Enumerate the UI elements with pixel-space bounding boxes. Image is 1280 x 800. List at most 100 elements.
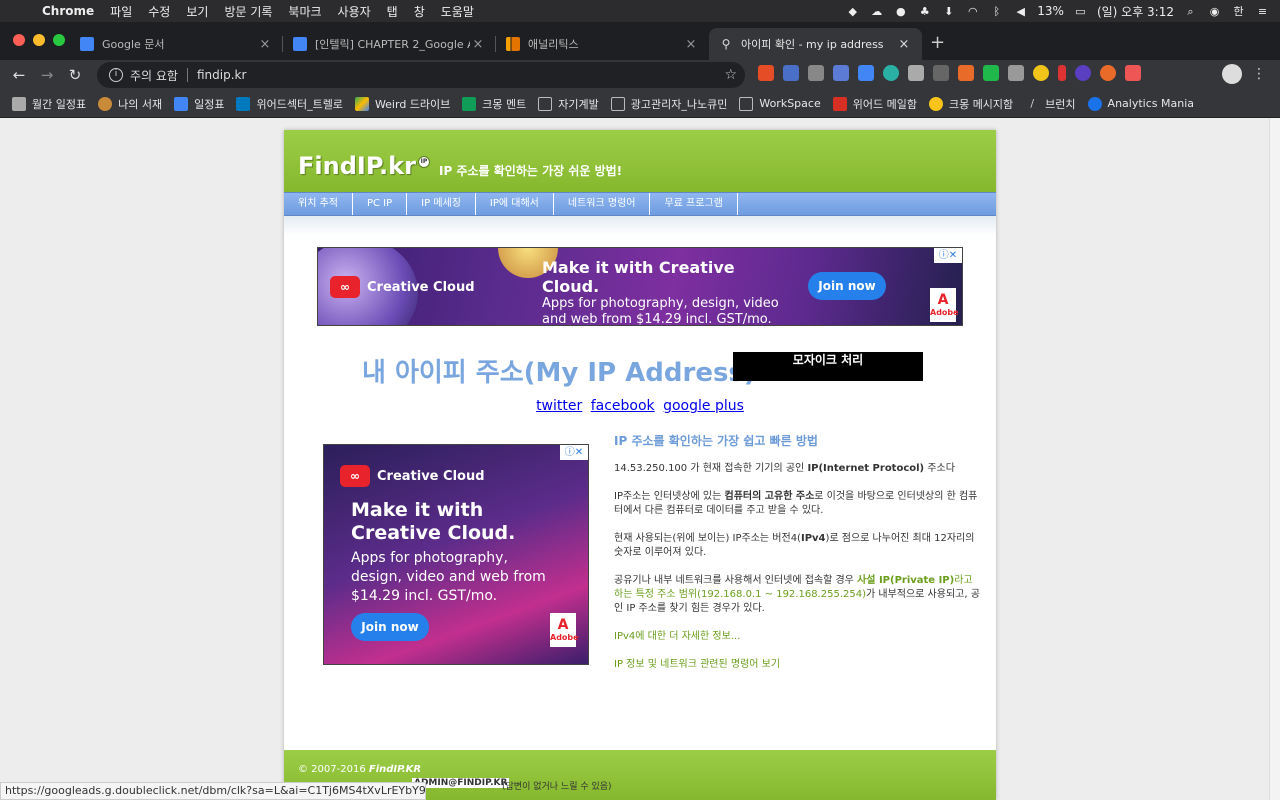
- bookmark-item[interactable]: Weird 드라이브: [354, 96, 450, 112]
- bookmark-item[interactable]: 위어드 메일함: [832, 96, 917, 112]
- tab-google-docs[interactable]: Google 문서 ×: [70, 28, 283, 60]
- battery-icon[interactable]: ▭: [1073, 5, 1088, 18]
- nav-location-track[interactable]: 위치 추적: [284, 193, 353, 215]
- tab-findip[interactable]: ⚲ 아이피 확인 - my ip address ×: [709, 28, 922, 60]
- bookmark-item[interactable]: 나의 서재: [98, 96, 162, 112]
- menu-view[interactable]: 보기: [178, 3, 216, 20]
- bluetooth-icon[interactable]: ᛒ: [989, 5, 1004, 18]
- extension-icon[interactable]: [808, 65, 824, 81]
- address-bar[interactable]: i 주의 요함 findip.kr ☆: [97, 62, 745, 88]
- square-ad[interactable]: ∞ Creative Cloud Make it with Creative C…: [323, 444, 589, 665]
- extension-icon[interactable]: [1008, 65, 1024, 81]
- menu-history[interactable]: 방문 기록: [216, 3, 280, 20]
- menu-clock[interactable]: (일) 오후 3:12: [1097, 3, 1174, 20]
- back-icon[interactable]: ←: [5, 66, 33, 84]
- ad-close-icon[interactable]: ⓘ✕: [934, 248, 962, 263]
- bookmark-item[interactable]: WorkSpace: [739, 96, 821, 111]
- battery-percent[interactable]: 13%: [1037, 4, 1064, 18]
- extension-icon[interactable]: [758, 65, 774, 81]
- join-now-button[interactable]: Join now: [808, 272, 886, 300]
- menu-bookmarks[interactable]: 북마크: [280, 3, 329, 20]
- zoom-window-button[interactable]: [53, 34, 65, 46]
- minimize-window-button[interactable]: [33, 34, 45, 46]
- nav-ip-messaging[interactable]: IP 메세징: [407, 193, 476, 215]
- chat-icon[interactable]: ●: [893, 5, 908, 18]
- info-icon[interactable]: i: [109, 68, 123, 82]
- facebook-link[interactable]: facebook: [591, 398, 655, 414]
- extension-icon[interactable]: [1033, 65, 1049, 81]
- close-window-button[interactable]: [13, 34, 25, 46]
- evernote-icon[interactable]: ♣: [917, 5, 932, 18]
- extension-icon[interactable]: [958, 65, 974, 81]
- google-plus-link[interactable]: google plus: [663, 398, 744, 414]
- twitter-link[interactable]: twitter: [536, 398, 582, 414]
- join-now-button[interactable]: Join now: [351, 613, 429, 641]
- close-tab-icon[interactable]: ×: [257, 37, 273, 52]
- tab-chapter2[interactable]: [인텔릭] CHAPTER 2_Google Ana ×: [283, 28, 496, 60]
- reload-icon[interactable]: ↻: [61, 66, 89, 84]
- bookmark-item[interactable]: 크몽 메시지함: [928, 96, 1013, 112]
- info-title: IP 주소를 확인하는 가장 쉽고 빠른 방법: [614, 434, 818, 448]
- menu-app-name[interactable]: Chrome: [34, 4, 102, 18]
- input-method[interactable]: 한: [1231, 5, 1246, 18]
- volume-icon[interactable]: ◀: [1013, 5, 1028, 18]
- menu-tab[interactable]: 탭: [379, 3, 406, 20]
- extension-icon[interactable]: [908, 65, 924, 81]
- nav-about-ip[interactable]: IP에 대해서: [476, 193, 554, 215]
- extension-icon[interactable]: [783, 65, 799, 81]
- site-logo[interactable]: FindIP.kr: [298, 152, 416, 180]
- notification-center-icon[interactable]: ≡: [1255, 5, 1270, 18]
- naver-icon[interactable]: [983, 65, 999, 81]
- menu-people[interactable]: 사용자: [330, 3, 379, 20]
- close-tab-icon[interactable]: ×: [683, 37, 699, 52]
- nav-network-commands[interactable]: 네트워크 명령어: [554, 193, 651, 215]
- extension-icon[interactable]: [1058, 65, 1066, 81]
- bookmark-item[interactable]: 일정표: [174, 96, 224, 112]
- extension-icon[interactable]: [933, 65, 949, 81]
- browser-toolbar: ← → ↻ i 주의 요함 findip.kr ☆ ⋮: [0, 60, 1280, 90]
- bookmark-item[interactable]: 위어드섹터_트렐로: [236, 96, 343, 112]
- wifi-icon[interactable]: ◠: [965, 5, 980, 18]
- bookmark-item[interactable]: 크몽 멘트: [462, 96, 526, 112]
- menu-window[interactable]: 창: [406, 3, 433, 20]
- extension-icon[interactable]: [1125, 65, 1141, 81]
- dropbox-icon[interactable]: ◆: [845, 5, 860, 18]
- extension-icon[interactable]: [1075, 65, 1091, 81]
- extension-icon[interactable]: [883, 65, 899, 81]
- nav-pc-ip[interactable]: PC IP: [353, 193, 408, 215]
- ad-close-icon[interactable]: ⓘ✕: [560, 445, 588, 460]
- menu-file[interactable]: 파일: [102, 3, 140, 20]
- menu-help[interactable]: 도움말: [433, 3, 482, 20]
- new-tab-icon[interactable]: +: [930, 32, 945, 53]
- nav-free-programs[interactable]: 무료 프로그램: [650, 193, 738, 215]
- menu-edit[interactable]: 수정: [140, 3, 178, 20]
- page-scrollbar[interactable]: [1269, 118, 1280, 800]
- tab-analytics[interactable]: 애널리틱스 ×: [496, 28, 709, 60]
- bookmark-item[interactable]: 광고관리자_나노큐민: [610, 96, 727, 112]
- download-icon[interactable]: ⬇: [941, 5, 956, 18]
- close-tab-icon[interactable]: ×: [896, 37, 912, 52]
- translate-icon[interactable]: [858, 65, 874, 81]
- banner-ad[interactable]: ∞ Creative Cloud Make it with Creative C…: [317, 247, 963, 326]
- menu-kebab-icon[interactable]: ⋮: [1252, 66, 1266, 82]
- bookmark-item[interactable]: 월간 일정표: [12, 96, 86, 112]
- siri-icon[interactable]: ◉: [1207, 5, 1222, 18]
- profile-avatar[interactable]: [1222, 64, 1242, 84]
- close-tab-icon[interactable]: ×: [470, 37, 486, 52]
- bookmark-item[interactable]: 자기계발: [538, 96, 599, 112]
- folder-icon: [610, 96, 625, 111]
- extension-icon[interactable]: [833, 65, 849, 81]
- admin-email[interactable]: ADMIN@FINDIP.KR: [412, 778, 510, 788]
- spotlight-icon[interactable]: ⌕: [1183, 5, 1198, 18]
- security-status[interactable]: 주의 요함: [130, 67, 178, 84]
- forward-icon[interactable]: →: [33, 66, 61, 84]
- ipv4-more-link[interactable]: IPv4에 대한 더 자세한 정보...: [614, 630, 982, 644]
- network-commands-link[interactable]: IP 정보 및 네트워크 관련된 명령어 보기: [614, 658, 982, 672]
- bookmark-item[interactable]: Analytics Mania: [1087, 96, 1194, 111]
- extension-icon[interactable]: [1100, 65, 1116, 81]
- cloud-icon[interactable]: ☁: [869, 5, 884, 18]
- bookmark-star-icon[interactable]: ☆: [724, 67, 737, 83]
- url-text[interactable]: findip.kr: [197, 68, 246, 82]
- bookmark-item[interactable]: / 브런치: [1025, 96, 1075, 112]
- ad-brand: Creative Cloud: [367, 279, 475, 295]
